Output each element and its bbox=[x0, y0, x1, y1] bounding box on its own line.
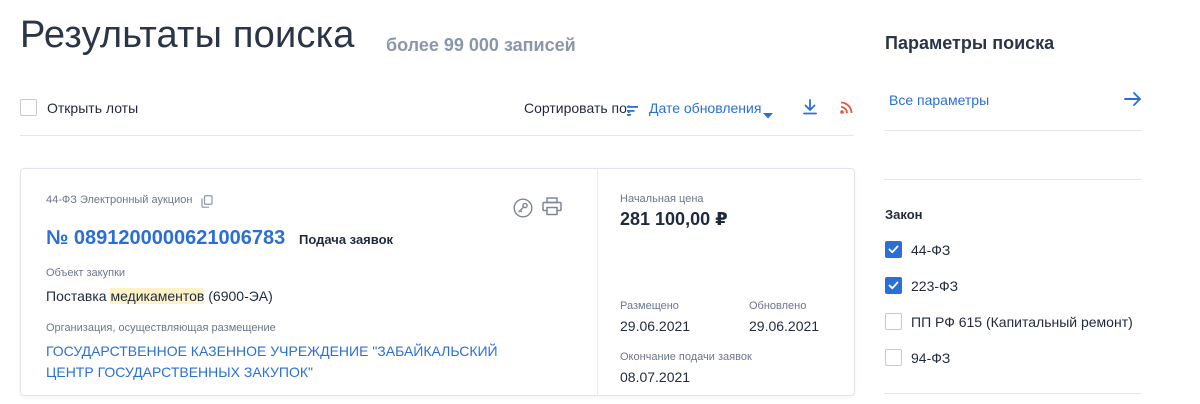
arrow-right-icon[interactable] bbox=[1124, 91, 1142, 112]
status-badge: Подача заявок bbox=[299, 232, 394, 247]
key-icon[interactable] bbox=[513, 198, 533, 223]
purchase-number-link[interactable]: № 0891200000621006783 bbox=[46, 227, 285, 250]
law-label-94fz[interactable]: 94-ФЗ bbox=[911, 350, 950, 366]
object-highlight: медикаментов bbox=[110, 288, 205, 304]
open-lots-label[interactable]: Открыть лоты bbox=[47, 100, 138, 116]
sort-dropdown[interactable]: Дате обновления bbox=[649, 100, 761, 116]
law-type-label: 44-ФЗ Электронный аукцион bbox=[46, 194, 193, 206]
sidebar-title: Параметры поиска bbox=[885, 33, 1055, 53]
law-checkbox-223fz[interactable] bbox=[885, 277, 902, 294]
object-label: Объект закупки bbox=[46, 267, 126, 279]
deadline-label: Окончание подачи заявок bbox=[620, 351, 752, 363]
results-count: более 99 000 записей bbox=[386, 35, 576, 55]
placed-value: 29.06.2021 bbox=[620, 318, 691, 334]
object-prefix: Поставка bbox=[46, 288, 111, 304]
copy-icon[interactable] bbox=[201, 195, 213, 213]
all-params-link[interactable]: Все параметры bbox=[889, 92, 989, 108]
open-lots-checkbox[interactable] bbox=[20, 99, 37, 116]
sort-label: Сортировать по: bbox=[524, 100, 631, 116]
law-label-44fz[interactable]: 44-ФЗ bbox=[911, 242, 950, 258]
updated-value: 29.06.2021 bbox=[749, 318, 820, 334]
sort-lines-icon[interactable] bbox=[627, 103, 639, 121]
rss-icon[interactable] bbox=[840, 101, 853, 119]
org-label: Организация, осуществляющая размещение bbox=[46, 322, 276, 334]
law-label-pp615[interactable]: ПП РФ 615 (Капитальный ремонт) bbox=[911, 314, 1133, 330]
price-label: Начальная цена bbox=[620, 193, 704, 205]
search-result-card: 44-ФЗ Электронный аукцион № 089120000062… bbox=[20, 168, 855, 396]
download-icon[interactable] bbox=[803, 99, 817, 120]
sidebar-divider bbox=[884, 393, 1142, 394]
law-filter-title: Закон bbox=[885, 207, 923, 222]
object-value: Поставка медикаментов (6900-ЭА) bbox=[46, 288, 273, 304]
law-checkbox-94fz[interactable] bbox=[885, 349, 902, 366]
results-toolbar: Открыть лоты Сортировать по: Дате обновл… bbox=[20, 92, 854, 136]
org-link[interactable]: ГОСУДАРСТВЕННОЕ КАЗЕННОЕ УЧРЕЖДЕНИЕ "ЗАБ… bbox=[46, 341, 546, 383]
object-suffix: (6900-ЭА) bbox=[204, 288, 273, 304]
deadline-value: 08.07.2021 bbox=[620, 369, 691, 385]
updated-label: Обновлено bbox=[749, 300, 807, 312]
law-checkbox-pp615[interactable] bbox=[885, 313, 902, 330]
chevron-down-icon[interactable] bbox=[763, 106, 773, 124]
card-divider bbox=[597, 169, 598, 395]
law-label-223fz[interactable]: 223-ФЗ bbox=[911, 278, 958, 294]
sidebar-divider bbox=[884, 130, 1142, 131]
placed-label: Размещено bbox=[620, 300, 679, 312]
law-checkbox-44fz[interactable] bbox=[885, 241, 902, 258]
price-value: 281 100,00 ₽ bbox=[620, 209, 728, 229]
sidebar-divider bbox=[884, 179, 1142, 180]
print-icon[interactable] bbox=[542, 197, 562, 221]
page-title: Результаты поиска bbox=[20, 14, 355, 56]
